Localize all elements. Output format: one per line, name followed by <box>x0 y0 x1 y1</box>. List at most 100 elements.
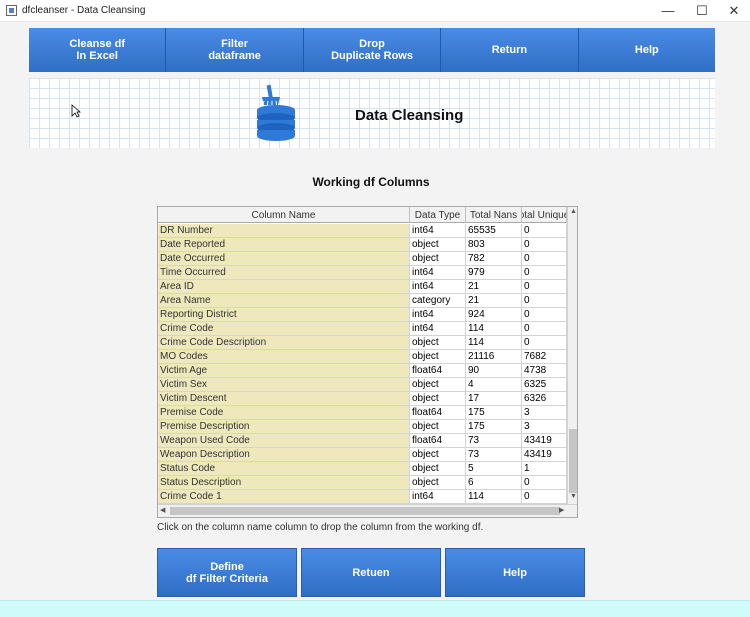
cell-data-type: int64 <box>410 322 466 336</box>
cell-total-nans: 114 <box>466 490 522 504</box>
define-filter-criteria-button[interactable]: Define df Filter Criteria <box>157 548 297 597</box>
cell-total-nans: 21 <box>466 294 522 308</box>
table-row[interactable]: DR Number int64 65535 0 <box>158 224 567 238</box>
table-row[interactable]: Weapon Description object 73 43419 <box>158 448 567 462</box>
cell-total-uniques: 6326 <box>522 392 567 406</box>
cell-column-name[interactable]: Weapon Used Code <box>158 434 410 448</box>
cell-data-type: object <box>410 350 466 364</box>
main-content: Cleanse df In Excel Filter dataframe Dro… <box>0 22 750 600</box>
cell-column-name[interactable]: Date Occurred <box>158 252 410 266</box>
drop-duplicate-rows-button[interactable]: Drop Duplicate Rows <box>303 28 442 72</box>
cell-column-name[interactable]: Area ID <box>158 280 410 294</box>
column-header-name[interactable]: Column Name <box>158 207 410 223</box>
cell-column-name[interactable]: Crime Code 1 <box>158 490 410 504</box>
table-row[interactable]: Weapon Used Code float64 73 43419 <box>158 434 567 448</box>
cell-total-uniques: 0 <box>522 308 567 322</box>
cell-column-name[interactable]: Area Name <box>158 294 410 308</box>
cell-total-uniques: 0 <box>522 252 567 266</box>
table-row[interactable]: Time Occurred int64 979 0 <box>158 266 567 280</box>
cell-total-uniques: 0 <box>522 266 567 280</box>
table-row[interactable]: Victim Age float64 90 4738 <box>158 364 567 378</box>
return-button[interactable]: Return <box>441 28 579 72</box>
column-header-type[interactable]: Data Type <box>410 207 466 223</box>
help-button[interactable]: Help <box>578 28 716 72</box>
cell-total-uniques: 3 <box>522 406 567 420</box>
table-row[interactable]: Victim Descent object 17 6326 <box>158 392 567 406</box>
cell-total-uniques: 0 <box>522 238 567 252</box>
minimize-button[interactable]: — <box>650 0 686 22</box>
cell-column-name[interactable]: Status Code <box>158 462 410 476</box>
cell-column-name[interactable]: Crime Code Description <box>158 336 410 350</box>
horizontal-scrollbar[interactable]: ◀ ▶ <box>158 504 577 517</box>
cell-total-uniques: 0 <box>522 280 567 294</box>
cell-total-uniques: 0 <box>522 322 567 336</box>
bottom-strip <box>0 600 750 617</box>
table-row[interactable]: Date Reported object 803 0 <box>158 238 567 252</box>
scroll-up-icon[interactable]: ▲ <box>569 208 577 217</box>
cell-total-uniques: 3 <box>522 420 567 434</box>
maximize-button[interactable]: ☐ <box>684 0 720 22</box>
cell-column-name[interactable]: Victim Sex <box>158 378 410 392</box>
cell-column-name[interactable]: Date Reported <box>158 238 410 252</box>
drop-column-hint: Click on the column name column to drop … <box>157 522 484 533</box>
banner-title: Data Cleansing <box>355 107 464 124</box>
table-row[interactable]: Premise Description object 175 3 <box>158 420 567 434</box>
return-bottom-button[interactable]: Retuen <box>301 548 441 597</box>
cell-column-name[interactable]: Premise Description <box>158 420 410 434</box>
cell-column-name[interactable]: Crime Code <box>158 322 410 336</box>
scroll-left-icon[interactable]: ◀ <box>160 506 165 514</box>
cell-total-nans: 175 <box>466 420 522 434</box>
table-row[interactable]: Status Code object 5 1 <box>158 462 567 476</box>
cell-column-name[interactable]: Premise Code <box>158 406 410 420</box>
cell-column-name[interactable]: Victim Age <box>158 364 410 378</box>
table-row[interactable]: Victim Sex object 4 6325 <box>158 378 567 392</box>
cell-data-type: float64 <box>410 434 466 448</box>
cell-total-uniques: 0 <box>522 476 567 490</box>
table-row[interactable]: Area Name category 21 0 <box>158 294 567 308</box>
vertical-scroll-thumb[interactable] <box>569 429 577 493</box>
scroll-down-icon[interactable]: ▼ <box>569 493 577 502</box>
cell-column-name[interactable]: MO Codes <box>158 350 410 364</box>
cell-data-type: int64 <box>410 280 466 294</box>
table-body: DR Number int64 65535 0 Date Reported object 8… <box>158 224 567 504</box>
cell-column-name[interactable]: Weapon Description <box>158 448 410 462</box>
cell-total-uniques: 6325 <box>522 378 567 392</box>
close-button[interactable]: ✕ <box>716 0 750 22</box>
banner: Data Cleansing <box>29 78 715 148</box>
horizontal-scroll-thumb[interactable] <box>170 507 560 515</box>
vertical-scrollbar[interactable]: ▲ ▼ <box>567 207 577 504</box>
column-header-nans[interactable]: Total Nans <box>466 207 522 223</box>
cell-total-nans: 979 <box>466 266 522 280</box>
columns-table: Column Name Data Type Total Nans Total U… <box>157 206 578 518</box>
column-header-uniques[interactable]: Total Uniques <box>522 207 567 223</box>
cell-column-name[interactable]: Victim Descent <box>158 392 410 406</box>
cell-data-type: object <box>410 336 466 350</box>
table-row[interactable]: Crime Code 1 int64 114 0 <box>158 490 567 504</box>
table-row[interactable]: Premise Code float64 175 3 <box>158 406 567 420</box>
cleanse-df-in-excel-button[interactable]: Cleanse df In Excel <box>29 28 167 72</box>
cell-total-uniques: 0 <box>522 224 567 238</box>
table-row[interactable]: Crime Code Description object 114 0 <box>158 336 567 350</box>
table-row[interactable]: Date Occurred object 782 0 <box>158 252 567 266</box>
filter-dataframe-button[interactable]: Filter dataframe <box>166 28 304 72</box>
table-row[interactable]: Reporting District int64 924 0 <box>158 308 567 322</box>
cell-total-uniques: 4738 <box>522 364 567 378</box>
cell-column-name[interactable]: Status Description <box>158 476 410 490</box>
cell-data-type: object <box>410 448 466 462</box>
table-row[interactable]: MO Codes object 21116 7682 <box>158 350 567 364</box>
table-row[interactable]: Status Description object 6 0 <box>158 476 567 490</box>
cell-column-name[interactable]: Time Occurred <box>158 266 410 280</box>
cell-data-type: category <box>410 294 466 308</box>
cell-column-name[interactable]: Reporting District <box>158 308 410 322</box>
window-title: dfcleanser - Data Cleansing <box>22 5 146 16</box>
table-row[interactable]: Area ID int64 21 0 <box>158 280 567 294</box>
cell-total-nans: 21 <box>466 280 522 294</box>
cell-total-nans: 5 <box>466 462 522 476</box>
table-row[interactable]: Crime Code int64 114 0 <box>158 322 567 336</box>
scroll-right-icon[interactable]: ▶ <box>559 506 564 514</box>
cell-column-name[interactable]: DR Number <box>158 224 410 238</box>
cell-data-type: object <box>410 238 466 252</box>
cell-total-uniques: 7682 <box>522 350 567 364</box>
cell-total-nans: 114 <box>466 336 522 350</box>
help-bottom-button[interactable]: Help <box>445 548 585 597</box>
